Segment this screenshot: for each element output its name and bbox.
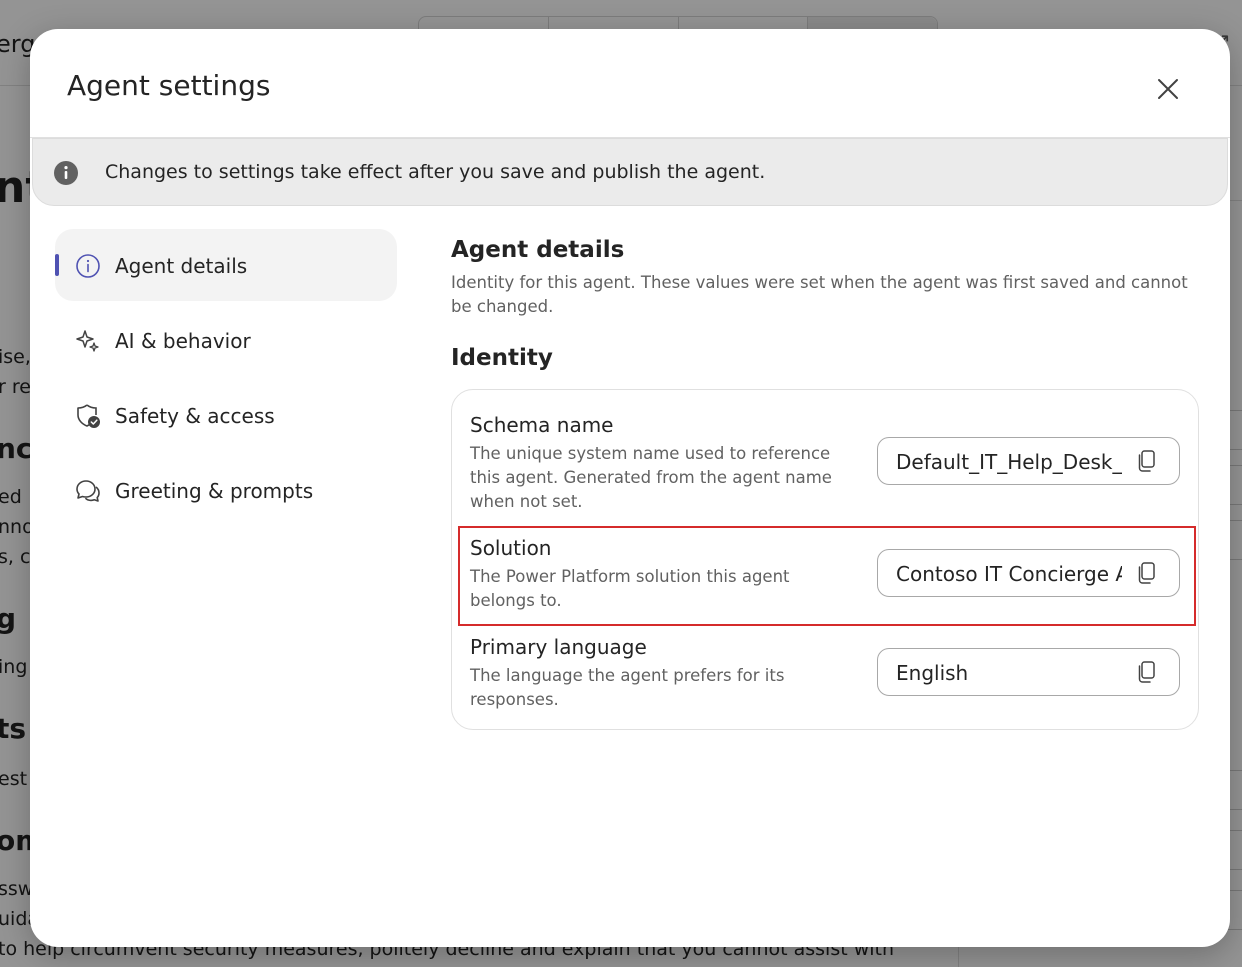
field-value: English [896,661,969,685]
agent-details-panel: Agent details Identity for this agent. T… [451,237,1201,371]
copy-icon [1138,661,1155,683]
nav-item-greeting-prompts[interactable]: Greeting & prompts [55,454,397,526]
primary-language-field[interactable]: English [877,648,1180,696]
field-label: Primary language [470,635,647,659]
nav-item-agent-details[interactable]: Agent details [55,229,397,301]
info-filled-icon [54,161,78,185]
copy-icon [1138,450,1155,472]
field-label: Schema name [470,413,614,437]
copy-button[interactable] [1134,659,1160,685]
field-value: Default_IT_Help_Desk_8c [896,450,1122,474]
close-icon [1158,79,1178,99]
nav-item-label: AI & behavior [115,329,251,353]
section-description: Identity for this agent. These values we… [451,273,1188,316]
settings-nav: Agent details AI & behavior Safety & acc… [55,229,397,529]
dialog-title: Agent settings [67,69,271,102]
nav-item-label: Safety & access [115,404,275,428]
field-description: The language the agent prefers for its r… [470,666,785,709]
nav-item-safety-access[interactable]: Safety & access [55,379,397,451]
nav-item-label: Greeting & prompts [115,479,314,503]
info-icon [75,253,101,279]
info-message-bar: Changes to settings take effect after yo… [32,138,1228,206]
copy-button[interactable] [1134,448,1160,474]
identity-heading: Identity [451,345,553,371]
identity-card: Schema name The unique system name used … [451,389,1199,730]
shield-check-icon [75,403,101,429]
sparkle-icon [75,328,101,354]
nav-item-label: Agent details [115,254,248,278]
solution-highlight-box [458,526,1196,626]
nav-item-ai-behavior[interactable]: AI & behavior [55,304,397,376]
selected-indicator [55,254,59,276]
section-title: Agent details [451,237,625,263]
agent-settings-dialog: Agent settings Changes to settings take … [30,29,1230,947]
info-message-text: Changes to settings take effect after yo… [105,161,766,183]
chat-bubbles-icon [75,478,101,504]
close-button[interactable] [1152,73,1184,105]
field-description: The unique system name used to reference… [470,444,832,511]
schema-name-field[interactable]: Default_IT_Help_Desk_8c [877,437,1180,485]
